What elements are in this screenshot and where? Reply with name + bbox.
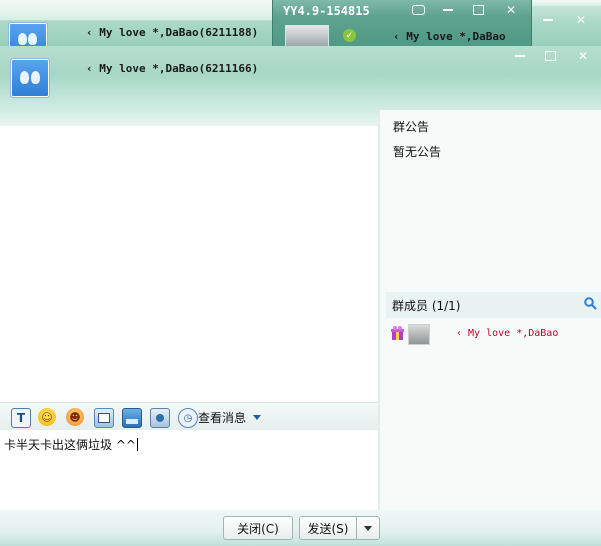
message-input[interactable]: 卡半天卡出这俩垃圾 ^^	[0, 430, 378, 510]
member-avatar[interactable]	[408, 324, 430, 345]
speech-bubble-icon	[411, 5, 425, 15]
chevron-down-icon[interactable]	[253, 415, 261, 420]
send-button[interactable]: 发送(S)	[299, 516, 357, 540]
background-window-title: ‹ My love *,DaBao(6211188)	[86, 26, 259, 39]
group-logo-icon	[10, 58, 50, 98]
member-name[interactable]: ‹ My love *,DaBao	[456, 328, 558, 339]
image-icon	[126, 418, 138, 424]
avatar[interactable]	[285, 25, 329, 48]
members-header: 群成员 (1/1)	[386, 292, 601, 318]
online-status-icon: ✓	[343, 29, 356, 42]
clock-icon: ◷	[183, 412, 193, 424]
middle-window: YY4.9-154815 ✕ ✓ ‹ My love *,DaBao	[272, 0, 532, 48]
voice-button[interactable]	[150, 408, 170, 428]
view-messages-label[interactable]: 查看消息	[198, 409, 246, 426]
middle-window-title: YY4.9-154815	[283, 4, 370, 18]
search-icon[interactable]	[584, 297, 597, 310]
smiley-icon: ☺	[41, 410, 53, 424]
maximize-icon	[472, 5, 484, 15]
send-options-button[interactable]	[356, 516, 380, 540]
message-input-text: 卡半天卡出这俩垃圾 ^^	[4, 438, 136, 452]
minimize-button[interactable]	[505, 46, 535, 66]
magic-emoji-button[interactable]: ☻	[66, 408, 84, 426]
image-button[interactable]	[122, 408, 142, 428]
message-icon-button[interactable]	[403, 0, 433, 20]
history-button[interactable]: ◷	[178, 408, 198, 428]
minimize-button[interactable]	[533, 10, 563, 30]
announcement-body: 暂无公告	[393, 145, 442, 159]
minimize-button[interactable]	[433, 0, 463, 20]
send-label: 发送(S)	[307, 521, 349, 536]
members-title: 群成员 (1/1)	[392, 299, 461, 313]
maximize-button[interactable]	[463, 0, 493, 20]
chevron-down-icon	[364, 525, 372, 531]
minimize-icon	[515, 55, 525, 57]
text-cursor	[136, 438, 138, 451]
font-button[interactable]: T	[11, 408, 31, 428]
maximize-icon	[544, 51, 556, 61]
close-button[interactable]: ✕	[563, 10, 599, 30]
close-chat-button[interactable]: 关闭(C)	[223, 516, 293, 540]
minimize-icon	[443, 9, 453, 11]
close-icon: ✕	[575, 13, 587, 27]
maximize-button[interactable]	[535, 46, 565, 66]
close-chat-label: 关闭(C)	[237, 521, 279, 536]
background-window-strip	[0, 0, 272, 21]
input-toolbar: T ☺ ☻ ◷ 查看消息	[0, 402, 378, 431]
emoji-button[interactable]: ☺	[38, 408, 56, 426]
bottom-action-bar: 关闭(C) 发送(S)	[0, 510, 601, 546]
announcement-title: 群公告	[393, 120, 430, 134]
minimize-icon	[543, 19, 553, 21]
middle-window-contact: ‹ My love *,DaBao	[393, 30, 506, 43]
close-button[interactable]: ✕	[493, 0, 529, 20]
font-icon: T	[16, 411, 26, 425]
chat-window-title: ‹ My love *,DaBao(6211166)	[86, 62, 259, 75]
close-button[interactable]: ✕	[565, 46, 601, 66]
screenshot-button[interactable]	[94, 408, 114, 428]
member-role-icon	[391, 326, 404, 341]
magic-face-icon: ☻	[69, 410, 81, 424]
chat-history[interactable]	[0, 126, 378, 402]
voice-icon	[156, 414, 164, 422]
background-window-strip-right	[530, 0, 601, 6]
screenshot-icon	[98, 413, 110, 423]
close-icon: ✕	[505, 3, 517, 17]
close-icon: ✕	[577, 49, 589, 63]
